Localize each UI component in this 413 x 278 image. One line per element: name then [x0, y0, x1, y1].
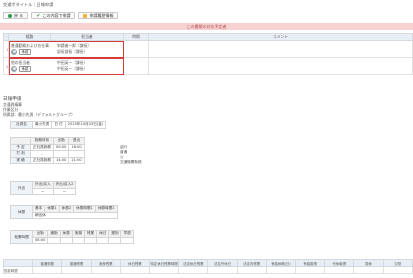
- break-label: 休憩: [10, 205, 33, 219]
- time-cell: [123, 40, 149, 58]
- summary-table: 普通勤務 普通残業 深夜残業 休日残業 特定休日残業時間 法定休日残業 法定外休…: [2, 259, 413, 274]
- worktime-value: [108, 236, 122, 244]
- approval-route-table: 経路 担当者 時期 コメント 1 普通勤務およびお仕事 承認 申請者一郎（課長）…: [3, 33, 413, 75]
- comment-cell: [148, 57, 413, 75]
- table-row[interactable]: 2 他の担当者 承認 中田英一（課長） 中田英一（課長）: [3, 57, 413, 75]
- summary-header: 特定休日残業時間: [149, 259, 180, 267]
- status-badge: 承認: [19, 66, 31, 72]
- worktime-value: [59, 236, 73, 244]
- outing-value[interactable]: —: [52, 187, 77, 195]
- summary-row: 勤怠時間: [2, 266, 413, 274]
- back-button[interactable]: 戻 る: [3, 12, 29, 19]
- worktime-value: [96, 236, 110, 244]
- worktime-value: [83, 236, 98, 244]
- summary-header: 休日残業: [119, 259, 151, 267]
- break-sub: 朝出休: [32, 211, 118, 219]
- cell: 14:00: [52, 156, 70, 164]
- worktime-value: [120, 236, 134, 244]
- note-icon: [83, 13, 88, 18]
- submit-button-label: この内容で申請: [42, 12, 71, 18]
- route-title: 他の担当者: [11, 60, 30, 65]
- approval-history-banner: この書類の対応予定者: [0, 23, 413, 30]
- outing-value[interactable]: —: [32, 187, 54, 195]
- worktime-table: 就業時間 出勤 通勤 休憩 実働 残業 休日 遅刻 早退 08:00: [10, 230, 134, 244]
- header-approver: 担当者: [50, 33, 124, 41]
- comment-cell: [148, 40, 413, 58]
- table-row[interactable]: 1 普通勤務およびお仕事 承認 申請者一郎（課長） 部長部長（課長）: [3, 40, 413, 58]
- summary-header: 代休取得: [324, 259, 355, 267]
- history-button[interactable]: 申請履歴情報: [78, 12, 119, 19]
- meta-line: 所属部：最小先男（デフォルトグループ）: [3, 111, 75, 117]
- report-date: 2025年10月03日(金): [64, 121, 107, 129]
- toolbar: 戻 る ✔ この内容で申請 申請履歴情報: [3, 12, 119, 19]
- break-col: 休憩時間2: [94, 205, 118, 213]
- time-cell: [123, 57, 149, 75]
- check-icon: ✔: [36, 12, 41, 19]
- cell: 正社員勤務: [30, 156, 54, 164]
- summary-header: 普通残業: [61, 259, 92, 267]
- outing-table: 外出 外出/戻入 外出/戻入2 — —: [10, 181, 77, 195]
- avatar: [11, 66, 17, 72]
- header-route: 経路: [8, 33, 51, 41]
- summary-header: 深夜残業: [90, 259, 121, 267]
- header-time: 時期: [123, 33, 149, 41]
- report-meta: 交通費精算 作業区分 所属部：最小先男（デフォルトグループ）: [3, 102, 75, 117]
- route-cell[interactable]: 普通勤務およびお仕事 承認 申請者一郎（課長） 部長部長（課長）: [8, 40, 124, 58]
- route-cell[interactable]: 他の担当者 承認 中田英一（課長） 中田英一（課長）: [8, 57, 124, 75]
- summary-header: 法定休日残業: [178, 259, 209, 267]
- back-icon: [8, 13, 12, 18]
- summary-header: [2, 259, 34, 267]
- summary-header: 普通勤務: [32, 259, 63, 267]
- worktime-value: 08:00: [31, 236, 49, 244]
- break-table: 休憩 基本 休憩1 休憩2 休憩時間1 休憩時間2 朝出休: [10, 205, 118, 219]
- attendance-table: 勤務体系 出勤 退出 予 定 正社員勤務 09:00 18:00 打 刻 - 実…: [10, 137, 85, 164]
- cell: 21:00: [68, 156, 85, 164]
- cell: 正社員勤務: [30, 143, 54, 151]
- history-button-label: 申請履歴情報: [89, 12, 114, 18]
- worktime-value: [47, 236, 61, 244]
- summary-header: 法定外休日: [207, 259, 238, 267]
- outing-label: 外出: [10, 181, 33, 195]
- header-comment: コメント: [148, 33, 413, 41]
- page-title: 交通ボタイトル｜日報申請: [3, 2, 54, 7]
- worktime-label: 就業時間: [10, 230, 33, 244]
- date-label: 日 付: [51, 121, 66, 129]
- worktime-value: [71, 236, 85, 244]
- note-line: 交通機関勤務: [120, 160, 142, 164]
- route-title: 普通勤務およびお仕事: [11, 43, 49, 48]
- summary-header: 有給休暇(日): [265, 259, 297, 267]
- applicant-name: 最小先男: [31, 121, 53, 129]
- summary-header: 有給取得: [295, 259, 326, 267]
- avatar: [11, 49, 17, 55]
- summary-row-label: 勤怠時間: [2, 266, 34, 274]
- approver-name: 中田英一（課長）: [57, 66, 88, 71]
- outing-col: 外出/戻入2: [52, 181, 77, 189]
- approver-name: 部長部長（課長）: [57, 49, 88, 54]
- summary-header: 法定内残業: [236, 259, 267, 267]
- row-label: 実 績: [10, 156, 31, 164]
- outing-col: 外出/戻入: [32, 181, 54, 189]
- applicant-table: 社員名 最小先男 日 付 2025年10月03日(金): [10, 121, 107, 129]
- back-button-label: 戻 る: [14, 12, 24, 18]
- summary-header-row: 普通勤務 普通残業 深夜残業 休日残業 特定休日残業時間 法定休日残業 法定外休…: [2, 259, 413, 267]
- break-col: 休憩時間1: [73, 205, 96, 213]
- summary-header: 振休: [353, 259, 384, 267]
- attendance-notes: 曲行 普通 公 交通機関勤務: [120, 145, 142, 165]
- summary-header: 欠勤: [382, 259, 413, 267]
- submit-button[interactable]: ✔ この内容で申請: [31, 12, 76, 19]
- status-badge: 承認: [19, 49, 31, 55]
- applicant-label: 社員名: [10, 121, 33, 129]
